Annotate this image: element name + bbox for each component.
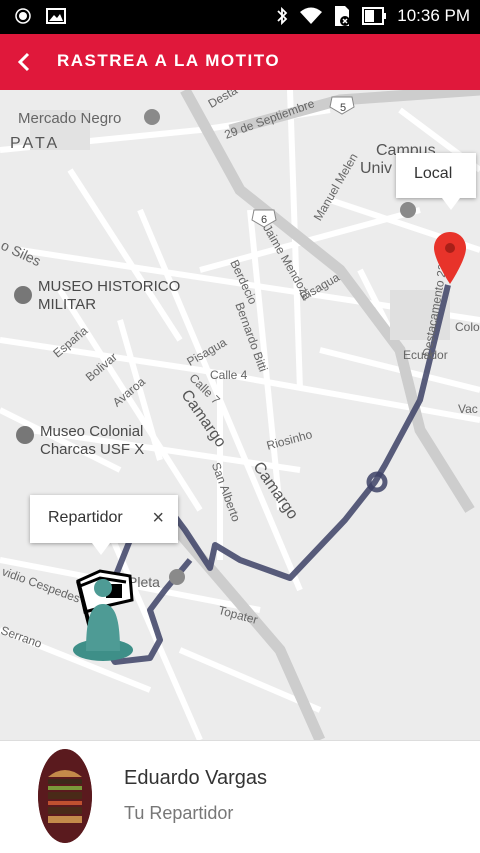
chevron-left-icon <box>17 52 30 72</box>
poi-museo-colonial-2: Charcas USF X <box>40 441 145 458</box>
battery-icon <box>362 7 387 25</box>
repartidor-bubble-label: Repartidor <box>48 509 123 526</box>
wifi-icon <box>300 7 323 24</box>
pleta-icon <box>169 569 185 585</box>
driver-avatar <box>38 749 92 843</box>
back-button[interactable] <box>6 44 42 80</box>
map-label-calle-4: Calle 4 <box>210 368 248 382</box>
driver-role: Tu Repartidor <box>124 803 234 823</box>
poi-museo-historico-2: MILITAR <box>38 296 97 313</box>
driver-name: Eduardo Vargas <box>124 767 268 789</box>
close-bubble-button[interactable]: × <box>152 507 164 530</box>
status-bar: 10:36 PM <box>0 0 480 34</box>
burger-image-icon <box>38 749 92 843</box>
location-pin-icon[interactable] <box>432 230 468 286</box>
sim-no-signal-icon <box>335 6 351 26</box>
local-bubble-tail <box>442 198 460 210</box>
local-info-bubble[interactable]: Local <box>396 153 476 210</box>
clock: 10:36 PM <box>397 6 470 25</box>
museum-historico-icon <box>14 286 32 304</box>
campus-icon <box>400 202 416 218</box>
image-notification-icon <box>46 8 66 24</box>
poi-museo-colonial-1: Museo Colonial <box>40 423 144 440</box>
page-title: RASTREA A LA MOTITO <box>57 51 281 70</box>
map-label-apata: PATA <box>10 135 61 152</box>
map-label-vac: Vac <box>458 402 478 416</box>
app-bar: RASTREA A LA MOTITO <box>0 34 480 90</box>
driver-card[interactable]: Eduardo Vargas Tu Repartidor <box>0 740 480 853</box>
map-view[interactable]: Mercado Negro PATA Campus Univ 29 de Sep… <box>0 90 480 740</box>
delivery-person-marker-icon[interactable] <box>70 566 140 664</box>
settings-notification-icon <box>15 8 31 24</box>
local-bubble-label: Local <box>414 165 453 182</box>
route-label-5: 5 <box>340 102 347 114</box>
bluetooth-icon <box>277 6 288 26</box>
map-label-univ: Univ <box>360 160 393 177</box>
repartidor-info-bubble[interactable]: Repartidor × <box>30 495 178 555</box>
mercado-icon <box>144 109 160 125</box>
map-label-ecuador: Ecuador <box>403 348 448 362</box>
map-label-colo: Colo <box>455 320 480 334</box>
map-label-mercado: Mercado Negro <box>18 110 122 127</box>
repartidor-bubble-tail <box>92 543 110 555</box>
museum-colonial-icon <box>16 426 34 444</box>
poi-museo-historico-1: MUSEO HISTORICO <box>38 278 181 295</box>
